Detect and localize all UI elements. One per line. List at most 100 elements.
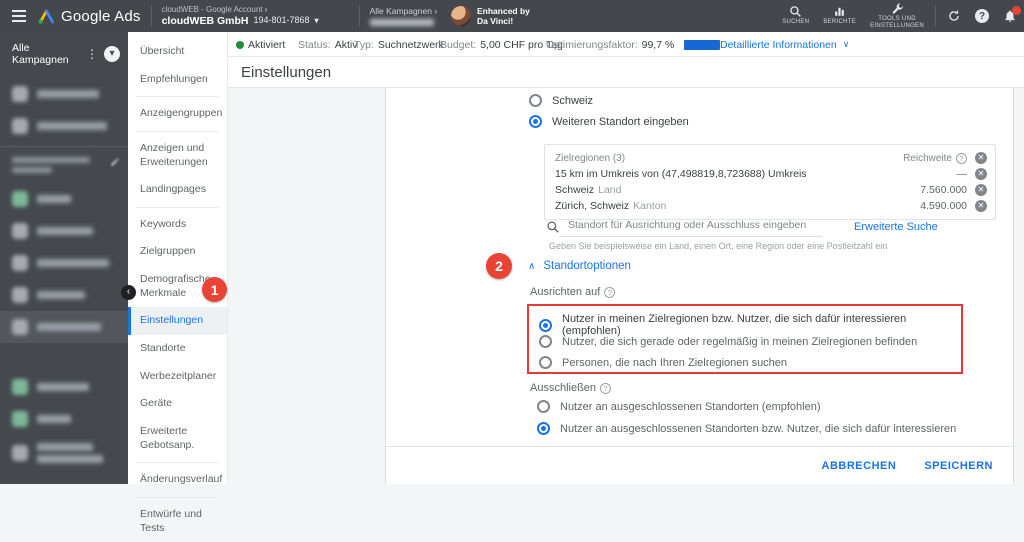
nav-item-anzeigen-erweiterungen[interactable]: Anzeigen und Erweiterungen [128, 135, 227, 176]
top-app-bar: Google Ads cloudWEB - Google Account › c… [0, 0, 1024, 32]
google-ads-logo-icon [38, 9, 55, 24]
tools-settings-button[interactable]: TOOLS UND EINSTELLUNGEN [863, 0, 931, 32]
nav-item-keywords[interactable]: Keywords [128, 211, 227, 239]
remove-region-icon[interactable]: ✕ [975, 200, 987, 212]
target-regions-box: Zielregionen (3) Reichweite ? ✕ 15 km im… [544, 144, 996, 220]
pencil-icon[interactable] [110, 157, 120, 167]
radio-target-option-2[interactable]: Nutzer, die sich gerade oder regelmäßig … [539, 335, 917, 348]
nav-item-geraete[interactable]: Geräte [128, 390, 227, 418]
page-title: Einstellungen [241, 63, 332, 81]
reports-button[interactable]: BERICHTE [816, 0, 863, 32]
nav-item-landingpages[interactable]: Landingpages [128, 176, 227, 204]
campaign-item[interactable] [0, 247, 128, 279]
help-icon[interactable]: ? [956, 152, 967, 164]
region-reach: — [956, 168, 968, 180]
campaign-subitem[interactable] [0, 357, 128, 371]
radio-icon [537, 400, 550, 413]
campaign-subitem[interactable] [0, 343, 128, 357]
divider [136, 462, 219, 464]
campaign-item[interactable] [0, 215, 128, 247]
campaign-sidebar: Alle Kampagnen ⋮ ▾ [0, 32, 128, 484]
nav-item-entwuerfe-tests[interactable]: Entwürfe und Tests [128, 501, 227, 542]
nav-item-uebersicht[interactable]: Übersicht [128, 38, 227, 66]
nav-item-empfehlungen[interactable]: Empfehlungen [128, 66, 227, 94]
campaign-item[interactable] [0, 371, 128, 403]
exclude-option-2-label: Nutzer an ausgeschlossenen Standorten bz… [560, 422, 957, 435]
campaign-sidebar-header: Alle Kampagnen ⋮ ▾ [0, 32, 128, 78]
collapse-circle-icon[interactable]: ▾ [104, 46, 120, 62]
nav-item-erweiterte-gebotsanp[interactable]: Erweiterte Gebotsanp. [128, 418, 227, 459]
account-selector[interactable]: cloudWEB - Google Account › cloudWEB Gmb… [162, 5, 319, 26]
nav-item-werbezeitplaner[interactable]: Werbezeitplaner [128, 363, 227, 391]
campaign-item[interactable] [0, 435, 128, 471]
account-line1: cloudWEB - Google Account [161, 5, 263, 15]
kebab-menu-icon[interactable]: ⋮ [80, 47, 104, 61]
remove-all-icon[interactable]: ✕ [975, 152, 987, 164]
campaign-selector[interactable]: Alle Kampagnen › [369, 6, 437, 26]
location-search-row: Standort für Ausrichtung oder Ausschluss… [546, 216, 938, 237]
target-option-2-label: Nutzer, die sich gerade oder regelmäßig … [562, 335, 918, 348]
remove-region-icon[interactable]: ✕ [975, 184, 987, 196]
campaign-item[interactable] [0, 183, 128, 215]
radio-exclude-option-2[interactable]: Nutzer an ausgeschlossenen Standorten bz… [537, 422, 956, 435]
remove-region-icon[interactable]: ✕ [975, 168, 987, 180]
type-value: Suchnetzwerk [377, 38, 444, 51]
help-icon[interactable]: ? [604, 286, 616, 298]
optimization-label: Optimierungsfaktor: [546, 38, 638, 51]
location-search-input[interactable]: Standort für Ausrichtung oder Ausschluss… [560, 216, 822, 237]
region-row: 15 km im Umkreis von (47,498819,8,723688… [555, 166, 987, 182]
divider [935, 6, 936, 26]
radio-icon [529, 94, 542, 107]
account-name: cloudWEB GmbH [161, 14, 249, 27]
refresh-button[interactable] [943, 5, 965, 27]
divider [358, 6, 360, 26]
google-ads-logo[interactable]: Google Ads [38, 8, 141, 25]
nav-collapse-button[interactable]: ‹ [121, 285, 136, 300]
campaign-item[interactable] [0, 279, 128, 311]
nav-item-zielgruppen[interactable]: Zielgruppen [128, 238, 227, 266]
radio-schweiz[interactable]: Schweiz [529, 94, 593, 107]
nav-item-anzeigengruppen[interactable]: Anzeigengruppen [128, 100, 227, 128]
cancel-button[interactable]: ABBRECHEN [822, 460, 897, 472]
redacted-section-caption [0, 153, 128, 183]
help-icon[interactable]: ? [600, 382, 612, 394]
search-label: SUCHEN [782, 19, 810, 26]
radio-selected-icon [539, 318, 552, 332]
notification-badge [1012, 6, 1021, 15]
search-placeholder: Standort für Ausrichtung oder Ausschluss… [568, 219, 807, 231]
detailed-info-link[interactable]: Detaillierte Informationen ∨ [720, 32, 849, 57]
radio-selected-icon [537, 422, 550, 435]
divider [136, 96, 219, 98]
search-button[interactable]: SUCHEN [775, 0, 816, 32]
region-row: Schweiz Land 7.560.000 ✕ [555, 182, 987, 198]
divider [136, 130, 219, 132]
radio-icon [539, 335, 552, 348]
chevron-up-icon: ∧ [528, 260, 536, 272]
nav-item-aenderungsverlauf[interactable]: Änderungsverlauf [128, 466, 227, 494]
menu-icon[interactable] [4, 0, 34, 32]
advanced-search-link[interactable]: Erweiterte Suche [854, 221, 938, 233]
radio-target-option-1[interactable]: Nutzer in meinen Zielregionen bzw. Nutze… [539, 313, 961, 337]
radio-target-option-3[interactable]: Personen, die nach Ihren Zielregionen su… [539, 356, 787, 369]
save-button[interactable]: SPEICHERN [924, 460, 993, 472]
campaign-group-item[interactable] [0, 110, 128, 142]
radio-exclude-option-1[interactable]: Nutzer an ausgeschlossenen Standorten (e… [537, 400, 821, 413]
region-row: Zürich, Schweiz Kanton 4.590.000 ✕ [555, 198, 987, 214]
reports-label: BERICHTE [823, 19, 857, 26]
type-label: Typ: [354, 38, 374, 51]
region-reach: 7.560.000 [920, 184, 967, 196]
standortoptionen-label: Standortoptionen [543, 260, 631, 272]
campaign-item-selected[interactable] [0, 311, 128, 343]
optimization-value: 99,7 % [641, 38, 675, 51]
standortoptionen-toggle[interactable]: ∧ Standortoptionen [528, 260, 631, 272]
campaign-item[interactable] [0, 403, 128, 435]
enabled-status[interactable]: Aktiviert [236, 32, 285, 57]
radio-weiteren-standort[interactable]: Weiteren Standort eingeben [529, 115, 689, 128]
nav-item-standorte[interactable]: Standorte [128, 335, 227, 363]
region-type: Land [598, 184, 622, 196]
help-button[interactable]: ? [971, 5, 993, 27]
notifications-button[interactable] [999, 5, 1021, 27]
campaign-group-item[interactable] [0, 78, 128, 110]
page-header: Einstellungen [228, 57, 1024, 88]
nav-item-einstellungen[interactable]: Einstellungen [128, 307, 227, 336]
